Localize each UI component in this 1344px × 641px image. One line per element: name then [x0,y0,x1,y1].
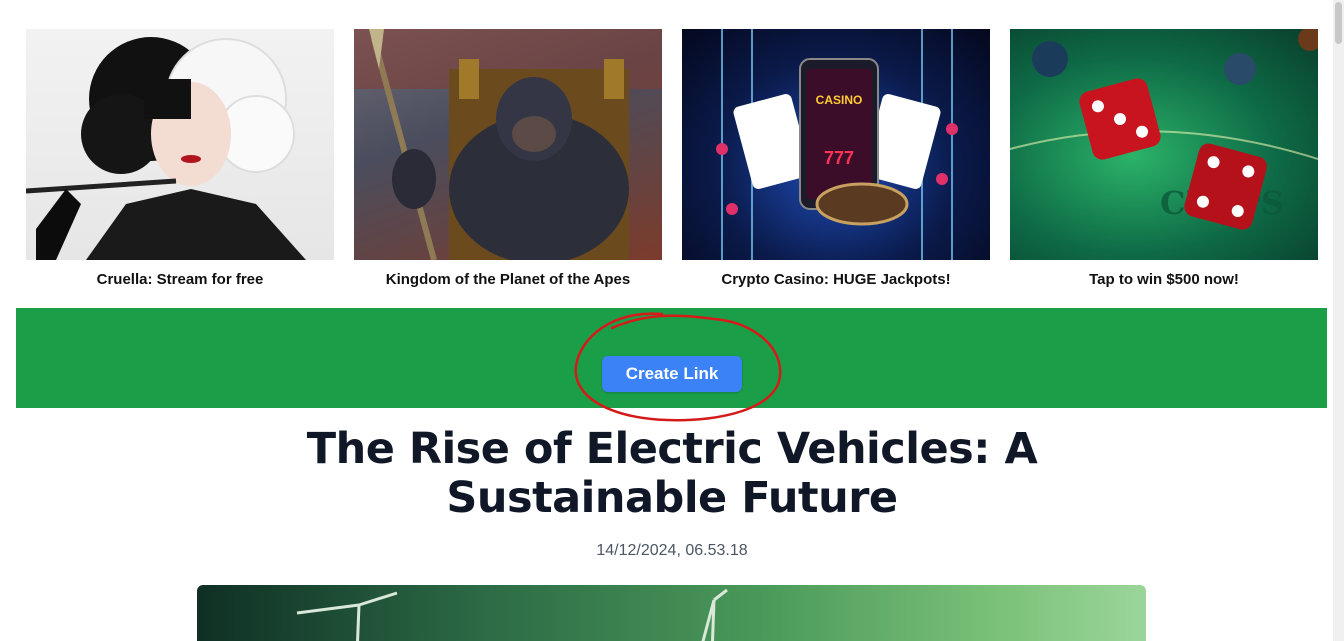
ad-card-casino[interactable]: CASINO 777 Crypto Casino: HUGE Jackpots! [682,29,990,288]
ad-title[interactable]: Kingdom of the Planet of the Apes [386,271,630,288]
create-link-banner: Create Link [16,308,1327,422]
create-link-button[interactable]: Create Link [602,356,742,392]
ad-image-cruella[interactable] [26,29,334,260]
ad-card-cruella[interactable]: Cruella: Stream for free [26,29,334,288]
article-title: The Rise of Electric Vehicles: A Sustain… [306,424,1038,523]
ad-grid: Cruella: Stream for free Kingdom of the … [26,29,1318,288]
ad-title[interactable]: Crypto Casino: HUGE Jackpots! [721,271,950,288]
ad-image-casino[interactable]: CASINO 777 [682,29,990,260]
svg-text:777: 777 [824,148,854,168]
ad-card-dice[interactable]: CRAPS [1010,29,1318,288]
ad-image-apes[interactable] [354,29,662,260]
ad-card-apes[interactable]: Kingdom of the Planet of the Apes [354,29,662,288]
ad-image-dice[interactable]: CRAPS [1010,29,1318,260]
page-scrollbar[interactable] [1333,0,1344,641]
ad-title[interactable]: Cruella: Stream for free [97,271,264,288]
article-hero-image [197,585,1146,641]
ad-title[interactable]: Tap to win $500 now! [1089,271,1239,288]
article-date: 14/12/2024, 06.53.18 [596,542,748,559]
svg-text:CASINO: CASINO [816,93,863,107]
scrollbar-thumb[interactable] [1335,2,1342,44]
